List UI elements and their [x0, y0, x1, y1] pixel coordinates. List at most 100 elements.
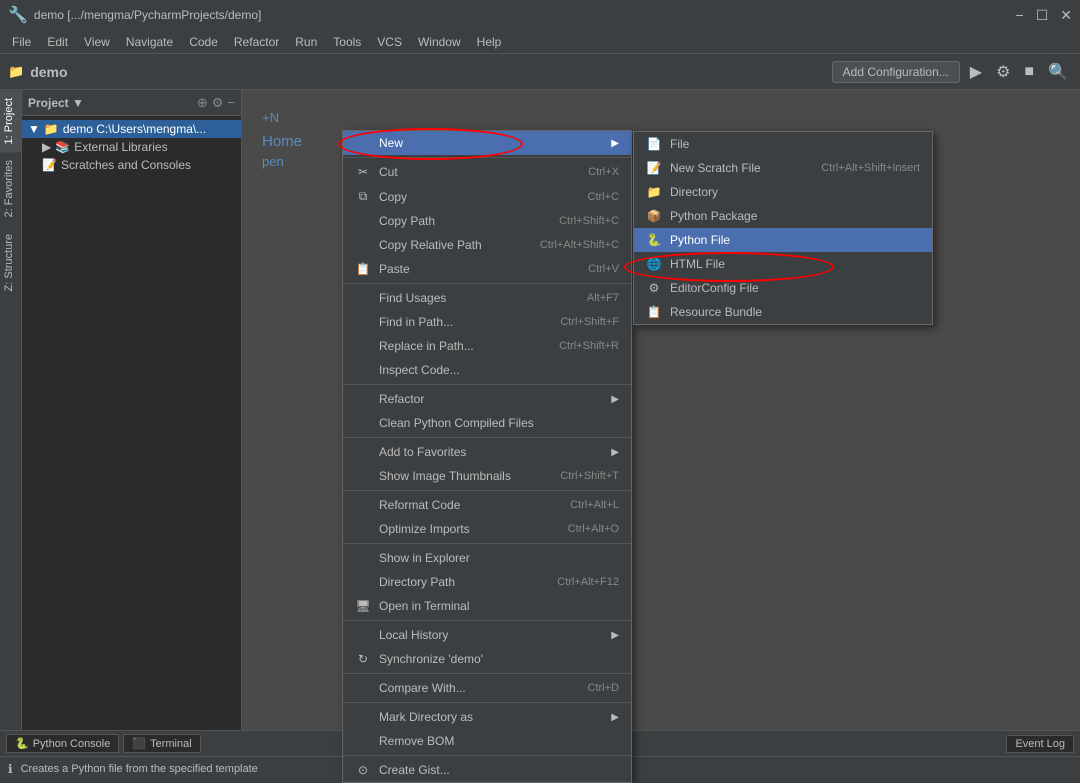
ctx-item-replace-in-path[interactable]: Replace in Path... Ctrl+Shift+R — [343, 334, 631, 358]
ctx-item-find-in-path[interactable]: Find in Path... Ctrl+Shift+F — [343, 310, 631, 334]
ctx-item-mark-directory[interactable]: Mark Directory as ▶ — [343, 705, 631, 729]
tree-item-demo[interactable]: ▼ 📁 demo C:\Users\mengma\... — [22, 120, 241, 138]
new-arrow-icon: ▶ — [611, 138, 619, 149]
menu-refactor[interactable]: Refactor — [226, 33, 287, 51]
stop-button[interactable]: ■ — [1020, 61, 1038, 83]
ctx-item-remove-bom[interactable]: Remove BOM — [343, 729, 631, 753]
separator-9 — [343, 702, 631, 703]
ctx-item-local-history[interactable]: Local History ▶ — [343, 623, 631, 647]
ctx-label-new: New — [379, 136, 403, 150]
ctx-item-open-terminal[interactable]: 🖥 Open in Terminal — [343, 594, 631, 618]
ctx-label-reformat: Reformat Code — [379, 498, 460, 512]
menu-code[interactable]: Code — [181, 33, 226, 51]
ctx-item-new[interactable]: New ▶ — [343, 131, 631, 155]
home-link[interactable]: Home — [262, 133, 302, 150]
ctx-item-copy-path[interactable]: Copy Path Ctrl+Shift+C — [343, 209, 631, 233]
ctx-item-synchronize[interactable]: ↻ Synchronize 'demo' — [343, 647, 631, 671]
refactor-arrow-icon: ▶ — [611, 394, 619, 405]
ctx-item-clean-compiled[interactable]: Clean Python Compiled Files — [343, 411, 631, 435]
status-message: Creates a Python file from the specified… — [21, 763, 258, 775]
tree-item-external-libraries[interactable]: ▶ 📚 External Libraries — [22, 138, 241, 156]
ctx-label-refactor: Refactor — [379, 392, 424, 406]
collapse-icon[interactable]: − — [227, 95, 235, 110]
ctx-label-clean-compiled: Clean Python Compiled Files — [379, 416, 534, 430]
menu-help[interactable]: Help — [469, 33, 510, 51]
run-button[interactable]: ▶ — [966, 60, 986, 84]
terminal-tab[interactable]: ⬛ Terminal — [123, 734, 200, 753]
ctx-item-add-favorites[interactable]: Add to Favorites ▶ — [343, 440, 631, 464]
mark-dir-arrow-icon: ▶ — [611, 712, 619, 723]
menu-view[interactable]: View — [76, 33, 118, 51]
ctx-item-paste[interactable]: 📋 Paste Ctrl+V — [343, 257, 631, 281]
sidebar-tab-project[interactable]: 1: Project — [0, 90, 21, 152]
ctx-item-directory-path[interactable]: Directory Path Ctrl+Alt+F12 — [343, 570, 631, 594]
sub-label-new-scratch-file: New Scratch File — [670, 161, 761, 175]
menu-navigate[interactable]: Navigate — [118, 33, 181, 51]
minimize-button[interactable]: − — [1016, 7, 1024, 24]
sub-item-directory[interactable]: 📁 Directory — [634, 180, 932, 204]
ctx-item-copy-relative-path[interactable]: Copy Relative Path Ctrl+Alt+Shift+C — [343, 233, 631, 257]
project-panel-header: Project ▼ ⊕ ⚙ − — [22, 90, 241, 116]
menu-run[interactable]: Run — [287, 33, 325, 51]
ctx-item-optimize-imports[interactable]: Optimize Imports Ctrl+Alt+O — [343, 517, 631, 541]
menu-window[interactable]: Window — [410, 33, 469, 51]
menu-vcs[interactable]: VCS — [369, 33, 410, 51]
ctx-item-inspect-code[interactable]: Inspect Code... — [343, 358, 631, 382]
settings-icon[interactable]: ⚙ — [212, 95, 224, 111]
gist-icon: ⊙ — [355, 763, 371, 777]
sync-icon: ↻ — [355, 652, 371, 666]
sub-item-python-file[interactable]: 🐍 Python File — [634, 228, 932, 252]
ctx-label-find-in-path: Find in Path... — [379, 315, 453, 329]
tree-expand-icon: ▼ — [28, 122, 40, 136]
sidebar-tab-favorites[interactable]: 2: Favorites — [0, 152, 21, 225]
directory-icon: 📁 — [646, 185, 662, 199]
sub-label-python-file: Python File — [670, 233, 730, 247]
separator — [343, 157, 631, 158]
ctx-item-find-usages[interactable]: Find Usages Alt+F7 — [343, 286, 631, 310]
ctx-item-create-gist[interactable]: ⊙ Create Gist... — [343, 758, 631, 782]
ctx-item-copy[interactable]: ⧉ Copy Ctrl+C — [343, 184, 631, 209]
ctx-item-show-thumbnails[interactable]: Show Image Thumbnails Ctrl+Shift+T — [343, 464, 631, 488]
search-everywhere-button[interactable]: 🔍 — [1044, 60, 1072, 84]
sub-item-resource-bundle[interactable]: 📋 Resource Bundle — [634, 300, 932, 324]
project-label: Project ▼ — [28, 96, 84, 110]
html-file-icon: 🌐 — [646, 257, 662, 271]
sub-item-editorconfig[interactable]: ⚙ EditorConfig File — [634, 276, 932, 300]
sub-item-python-package[interactable]: 📦 Python Package — [634, 204, 932, 228]
sub-label-editorconfig: EditorConfig File — [670, 281, 759, 295]
add-configuration-button[interactable]: Add Configuration... — [832, 61, 960, 83]
separator-6 — [343, 543, 631, 544]
ctx-label-local-history: Local History — [379, 628, 448, 642]
sidebar-tab-structure[interactable]: Z: Structure — [0, 226, 21, 299]
ctx-item-refactor[interactable]: Refactor ▶ — [343, 387, 631, 411]
sub-label-file: File — [670, 137, 689, 151]
tree-item-label: External Libraries — [74, 140, 167, 154]
maximize-button[interactable]: ☐ — [1036, 7, 1049, 24]
sub-item-html-file[interactable]: 🌐 HTML File — [634, 252, 932, 276]
event-log-tab[interactable]: Event Log — [1006, 735, 1074, 753]
reformat-shortcut: Ctrl+Alt+L — [570, 499, 619, 511]
app-logo-icon: 🔧 — [8, 5, 28, 25]
tree-item-scratches[interactable]: 📝 Scratches and Consoles — [22, 156, 241, 174]
ctx-item-compare-with[interactable]: Compare With... Ctrl+D — [343, 676, 631, 700]
separator-8 — [343, 673, 631, 674]
configure-project-icon[interactable]: ⊕ — [197, 95, 208, 111]
sub-item-new-scratch-file[interactable]: 📝 New Scratch File Ctrl+Alt+Shift+Insert — [634, 156, 932, 180]
ctx-item-show-explorer[interactable]: Show in Explorer — [343, 546, 631, 570]
menu-file[interactable]: File — [4, 33, 39, 51]
open-link[interactable]: pen — [262, 154, 284, 169]
ctx-label-create-gist: Create Gist... — [379, 763, 450, 777]
close-button[interactable]: ✕ — [1060, 7, 1072, 24]
menu-tools[interactable]: Tools — [325, 33, 369, 51]
menu-edit[interactable]: Edit — [39, 33, 76, 51]
python-console-tab[interactable]: 🐍 Python Console — [6, 734, 119, 753]
folder-icon: 📁 — [44, 122, 59, 136]
ctx-label-copy-relative-path: Copy Relative Path — [379, 238, 482, 252]
ctx-item-reformat[interactable]: Reformat Code Ctrl+Alt+L — [343, 493, 631, 517]
ctx-item-cut[interactable]: ✂ Cut Ctrl+X — [343, 160, 631, 184]
copy-path-shortcut: Ctrl+Shift+C — [559, 215, 619, 227]
debug-button[interactable]: ⚙ — [992, 60, 1014, 84]
python-package-icon: 📦 — [646, 209, 662, 223]
ctx-label-replace-in-path: Replace in Path... — [379, 339, 474, 353]
sub-item-file[interactable]: 📄 File — [634, 132, 932, 156]
